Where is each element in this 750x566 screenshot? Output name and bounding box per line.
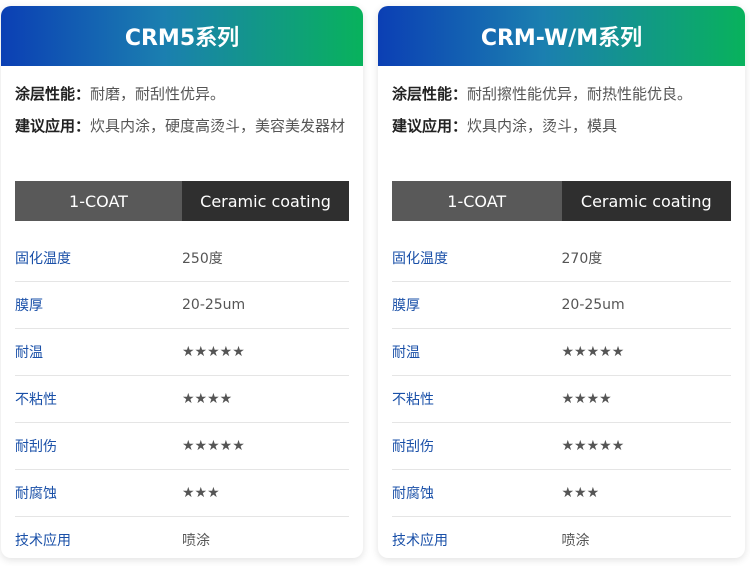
table-row: 耐刮伤 ★★★★★ (15, 423, 349, 470)
row-key: 膜厚 (15, 298, 43, 314)
usage-value: 炊具内涂，硬度高烫斗，美容美发器材 (90, 117, 346, 135)
usage-label: 建议应用： (15, 117, 91, 135)
table-row: 不粘性 ★★★★ (392, 376, 731, 423)
row-key: 耐刮伤 (15, 439, 57, 455)
table-row: 固化温度 270度 (392, 235, 731, 282)
table-row: 技术应用 喷涂 (392, 517, 731, 558)
header-coat: 1-COAT (392, 181, 562, 221)
row-value: 20-25um (182, 297, 246, 313)
row-key: 膜厚 (392, 298, 420, 314)
card-title: CRM-W/M系列 (378, 6, 745, 66)
row-value: ★★★★★ (561, 438, 625, 454)
coating-label: 涂层性能： (15, 85, 91, 103)
product-card-crm-wm: CRM-W/M系列 涂层性能： 耐刮擦性能优异，耐热性能优良。 建议应用： 炊具… (378, 6, 745, 558)
table-row: 膜厚 20-25um (392, 282, 731, 329)
row-key: 固化温度 (392, 251, 448, 267)
row-value: ★★★★★ (182, 438, 245, 454)
card-description: 涂层性能： 耐磨，耐刮性优异。 建议应用： 炊具内涂，硬度高烫斗，美容美发器材 (1, 66, 363, 140)
table-row: 耐温 ★★★★★ (392, 329, 731, 376)
spec-table-header: 1-COAT Ceramic coating (392, 181, 731, 221)
coating-performance: 涂层性能： 耐刮擦性能优异，耐热性能优良。 (392, 80, 731, 108)
row-key: 耐温 (15, 345, 43, 361)
coating-label: 涂层性能： (392, 85, 468, 103)
spec-table: 1-COAT Ceramic coating 固化温度 270度 膜厚 20-25u… (392, 181, 731, 558)
table-row: 耐刮伤 ★★★★★ (392, 423, 731, 470)
row-key: 不粘性 (15, 392, 57, 408)
row-value: 喷涂 (182, 533, 210, 549)
usage-value: 炊具内涂，烫斗，模具 (467, 117, 618, 135)
row-value: ★★★★ (182, 391, 233, 407)
row-key: 耐刮伤 (392, 439, 434, 455)
header-ceramic: Ceramic coating (182, 181, 349, 221)
spec-table: 1-COAT Ceramic coating 固化温度 250度 膜厚 20-25u… (15, 181, 349, 558)
row-key: 不粘性 (392, 392, 434, 408)
spec-table-header: 1-COAT Ceramic coating (15, 181, 349, 221)
row-value: ★★★★★ (561, 344, 625, 360)
usage-label: 建议应用： (392, 117, 468, 135)
row-value: 250度 (182, 251, 223, 267)
row-value: ★★★★ (561, 391, 612, 407)
coating-performance: 涂层性能： 耐磨，耐刮性优异。 (15, 80, 349, 108)
row-key: 固化温度 (15, 251, 71, 267)
card-title: CRM5系列 (1, 6, 363, 66)
coating-value: 耐刮擦性能优异，耐热性能优良。 (467, 85, 693, 103)
row-value: 喷涂 (561, 533, 590, 549)
table-row: 技术应用 喷涂 (15, 517, 349, 558)
row-value: ★★★ (182, 485, 220, 501)
header-coat: 1-COAT (15, 181, 182, 221)
row-value: ★★★★★ (182, 344, 245, 360)
table-row: 耐腐蚀 ★★★ (392, 470, 731, 517)
product-card-crm5: CRM5系列 涂层性能： 耐磨，耐刮性优异。 建议应用： 炊具内涂，硬度高烫斗，… (1, 6, 363, 558)
coating-value: 耐磨，耐刮性优异。 (90, 85, 226, 103)
table-row: 耐温 ★★★★★ (15, 329, 349, 376)
table-row: 膜厚 20-25um (15, 282, 349, 329)
row-key: 耐腐蚀 (392, 486, 434, 502)
row-key: 耐腐蚀 (15, 486, 57, 502)
row-key: 技术应用 (392, 533, 448, 549)
suggested-application: 建议应用： 炊具内涂，烫斗，模具 (392, 112, 731, 140)
row-value: ★★★ (561, 485, 600, 501)
card-description: 涂层性能： 耐刮擦性能优异，耐热性能优良。 建议应用： 炊具内涂，烫斗，模具 (378, 66, 745, 140)
table-row: 固化温度 250度 (15, 235, 349, 282)
row-value: 270度 (561, 251, 603, 267)
table-row: 不粘性 ★★★★ (15, 376, 349, 423)
row-key: 技术应用 (15, 533, 71, 549)
suggested-application: 建议应用： 炊具内涂，硬度高烫斗，美容美发器材 (15, 112, 349, 140)
row-key: 耐温 (392, 345, 420, 361)
header-ceramic: Ceramic coating (561, 181, 731, 221)
table-row: 耐腐蚀 ★★★ (15, 470, 349, 517)
row-value: 20-25um (561, 297, 625, 313)
